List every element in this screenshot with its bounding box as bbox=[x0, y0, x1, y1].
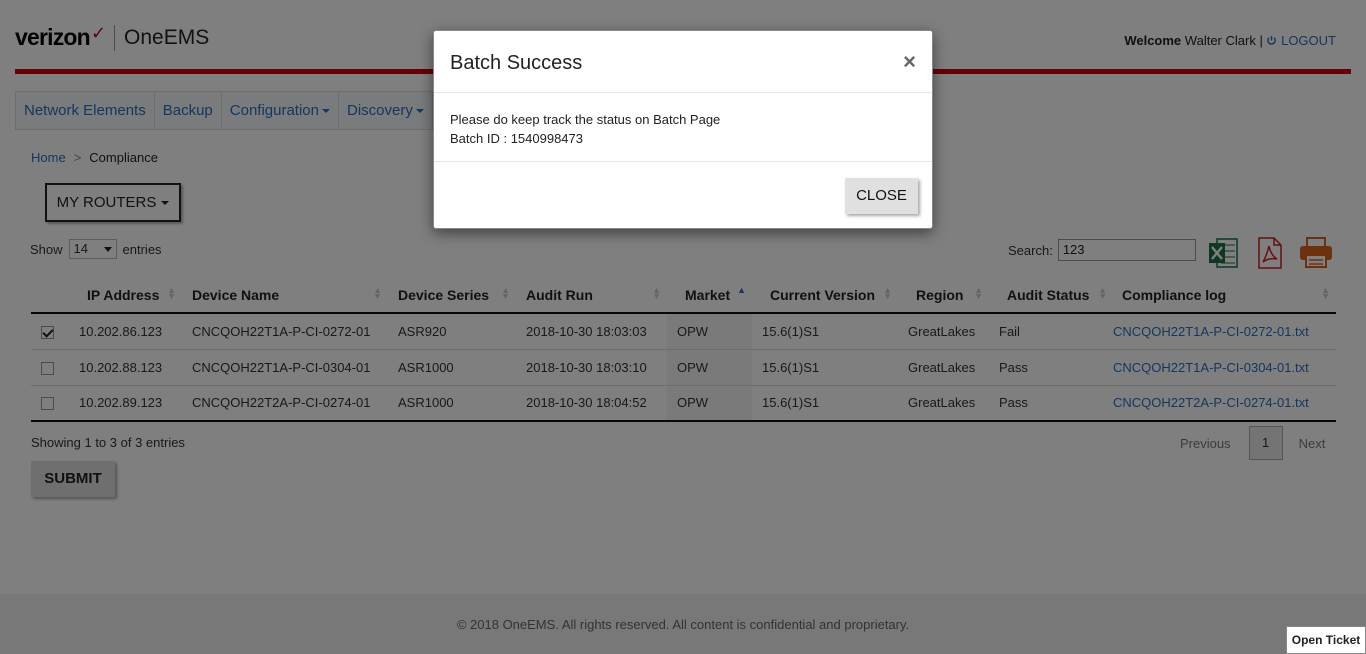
close-button[interactable]: CLOSE bbox=[845, 178, 918, 214]
dialog-message: Please do keep track the status on Batch… bbox=[450, 112, 721, 127]
dialog-header: Batch Success × bbox=[434, 31, 932, 93]
batch-success-dialog: Batch Success × Please do keep track the… bbox=[433, 30, 933, 229]
dialog-title: Batch Success bbox=[450, 52, 583, 74]
dialog-body: Please do keep track the status on Batch… bbox=[434, 93, 932, 162]
batch-id: Batch ID : 1540998473 bbox=[450, 131, 583, 146]
close-icon[interactable]: × bbox=[903, 49, 916, 75]
open-ticket-button[interactable]: Open Ticket bbox=[1286, 626, 1366, 654]
dialog-footer: CLOSE bbox=[434, 162, 932, 229]
